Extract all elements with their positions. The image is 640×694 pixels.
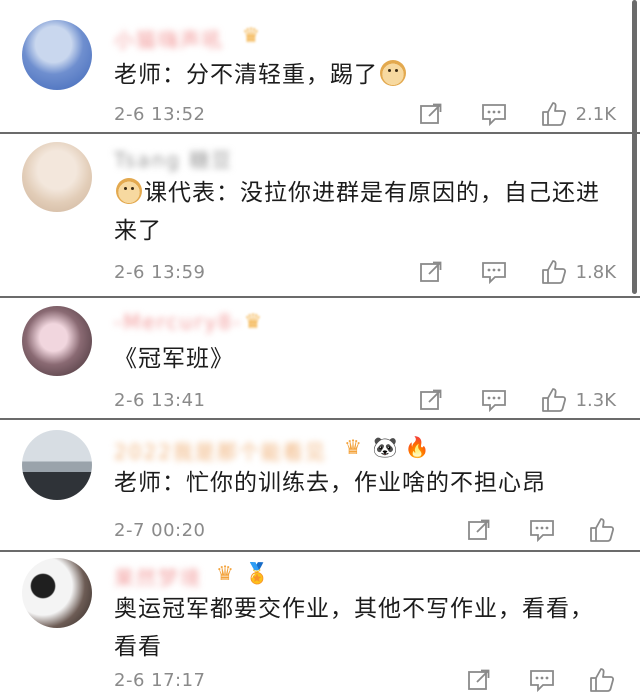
username[interactable]: 2022我是那个能看见 — [114, 436, 327, 464]
comment-item: 2022我是那个能看见 ♛ 🐼 🔥 老师：忙你的训练去，作业啥的不担心昂 2-7… — [0, 420, 640, 552]
comment-icon — [481, 390, 506, 413]
avatar[interactable] — [22, 306, 92, 376]
like-count: 1.3K — [575, 389, 616, 411]
comment-text: 老师：忙你的训练去，作业啥的不担心昂 — [114, 464, 610, 502]
comment-icon — [481, 262, 506, 285]
timestamp: 2-6 13:41 — [114, 390, 206, 411]
user-badges: ♛ — [240, 308, 266, 334]
timestamp: 2-6 13:59 — [114, 262, 206, 283]
comment-actions: 1.3K — [418, 386, 616, 414]
comment-icon — [530, 670, 554, 693]
doge-emoji-icon — [380, 60, 406, 86]
share-button[interactable] — [418, 387, 444, 413]
crown-icon: ♛ — [344, 435, 362, 459]
like-button[interactable]: 1.3K — [540, 386, 616, 414]
timestamp: 2-6 17:17 — [114, 670, 206, 691]
comment-icon — [530, 520, 554, 543]
comment-actions: 2.1K — [418, 100, 616, 128]
thumbs-up-icon — [541, 102, 566, 126]
medal-icon: 🏅 — [244, 561, 270, 585]
share-icon — [419, 389, 441, 410]
comment-item: 果然梦境 ♛ 🏅 奥运冠军都要交作业，其他不写作业，看看，看看 2-6 17:1… — [0, 552, 640, 694]
user-badges: ♛ 🐼 🔥 — [340, 434, 430, 460]
comment-text: 课代表：没拉你进群是有原因的，自己还进来了 — [114, 174, 610, 250]
like-button[interactable] — [588, 666, 616, 694]
like-count: 1.8K — [575, 261, 616, 283]
comment-text: 老师：分不清轻重，踢了 — [114, 56, 610, 94]
comment-actions: 1.8K — [418, 258, 616, 286]
comment-body: 老师：忙你的训练去，作业啥的不担心昂 — [114, 470, 546, 496]
reply-button[interactable] — [480, 259, 508, 285]
share-icon — [468, 669, 490, 690]
reply-button[interactable] — [528, 667, 556, 693]
fire-icon: 🔥 — [404, 435, 430, 459]
comment-icon — [481, 104, 506, 127]
doge-emoji-icon — [116, 178, 142, 204]
share-button[interactable] — [466, 667, 492, 693]
reply-button[interactable] — [480, 101, 508, 127]
like-button[interactable]: 1.8K — [540, 258, 616, 286]
timestamp: 2-6 13:52 — [114, 104, 206, 125]
comment-body: 老师：分不清轻重，踢了 — [114, 62, 378, 88]
crown-icon: ♛ — [242, 23, 260, 47]
comment-text: 奥运冠军都要交作业，其他不写作业，看看，看看 — [114, 590, 610, 666]
comment-item: -Mercury8- ♛ 《冠军班》 2-6 13:41 1.3K — [0, 298, 640, 420]
avatar[interactable] — [22, 558, 92, 628]
avatar[interactable] — [22, 20, 92, 90]
share-button[interactable] — [418, 259, 444, 285]
user-badges: ♛ 🏅 — [212, 560, 270, 586]
username[interactable]: 果然梦境 — [114, 562, 202, 590]
reply-button[interactable] — [528, 517, 556, 543]
comment-text: 《冠军班》 — [114, 340, 610, 378]
comment-actions — [466, 516, 616, 544]
share-icon — [419, 103, 441, 124]
share-button[interactable] — [418, 101, 444, 127]
share-icon — [419, 261, 441, 282]
thumbs-up-icon — [590, 518, 615, 542]
username[interactable]: 小猫嗨声吼 — [114, 24, 224, 52]
share-icon — [468, 519, 490, 540]
reply-button[interactable] — [480, 387, 508, 413]
comment-item: 小猫嗨声吼 ♛ 老师：分不清轻重，踢了 2-6 13:52 2.1K — [0, 0, 640, 134]
user-badges: ♛ — [238, 22, 264, 48]
thumbs-up-icon — [541, 388, 566, 412]
scrollbar[interactable] — [632, 0, 637, 294]
like-button[interactable] — [588, 516, 616, 544]
like-count: 2.1K — [575, 103, 616, 125]
username[interactable]: Tsang 糖豆 — [114, 144, 233, 172]
comment-actions — [466, 666, 616, 694]
comment-body: 课代表：没拉你进群是有原因的，自己还进来了 — [114, 180, 600, 244]
share-button[interactable] — [466, 517, 492, 543]
username[interactable]: -Mercury8- — [114, 310, 242, 336]
comment-body: 奥运冠军都要交作业，其他不写作业，看看，看看 — [114, 596, 594, 660]
comment-body: 《冠军班》 — [114, 346, 234, 372]
avatar[interactable] — [22, 142, 92, 212]
panda-icon: 🐼 — [372, 435, 398, 459]
timestamp: 2-7 00:20 — [114, 520, 206, 541]
like-button[interactable]: 2.1K — [540, 100, 616, 128]
avatar[interactable] — [22, 430, 92, 500]
comment-item: Tsang 糖豆 课代表：没拉你进群是有原因的，自己还进来了 2-6 13:59… — [0, 134, 640, 298]
thumbs-up-icon — [541, 260, 566, 284]
crown-icon: ♛ — [244, 309, 262, 333]
crown-icon: ♛ — [216, 561, 234, 585]
thumbs-up-icon — [590, 668, 615, 692]
